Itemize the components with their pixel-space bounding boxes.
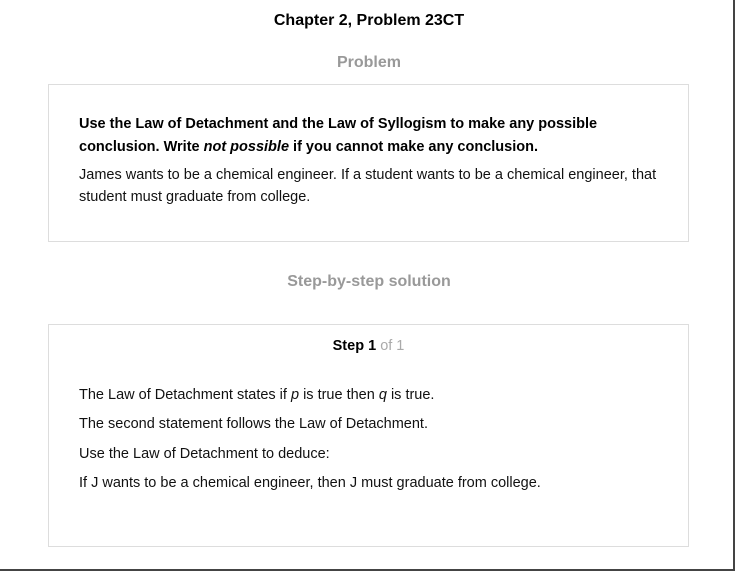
line1-text-c: is true. — [386, 387, 435, 403]
step-indicator: Step 1 of 1 — [49, 338, 688, 354]
line1-text-b: is true then — [299, 387, 379, 403]
line1-text-a: The Law of Detachment states if — [79, 387, 291, 403]
step-total: of 1 — [380, 338, 405, 354]
solution-line-4: If J wants to be a chemical engineer, th… — [79, 475, 541, 491]
step-word: Step — [332, 338, 365, 354]
solution-line-2: The second statement follows the Law of … — [79, 416, 428, 432]
instruction-emphasis: not possible — [203, 139, 290, 155]
problem-card: Use the Law of Detachment and the Law of… — [48, 84, 689, 242]
solution-line-1: The Law of Detachment states if p is tru… — [79, 387, 434, 403]
solution-card: Step 1 of 1 The Law of Detachment states… — [48, 324, 689, 547]
step-number: 1 — [368, 338, 377, 354]
problem-statement: James wants to be a chemical engineer. I… — [79, 167, 657, 205]
variable-q: q — [378, 387, 387, 403]
problem-heading: Problem — [336, 54, 401, 71]
solution-heading: Step-by-step solution — [287, 273, 451, 290]
variable-p: p — [290, 387, 300, 403]
instruction-text-end: if you cannot make any conclusion. — [289, 139, 538, 155]
solution-line-3: Use the Law of Detachment to deduce: — [79, 446, 330, 462]
problem-instructions: Use the Law of Detachment and the Law of… — [79, 113, 659, 159]
page-title: Chapter 2, Problem 23CT — [273, 12, 465, 29]
